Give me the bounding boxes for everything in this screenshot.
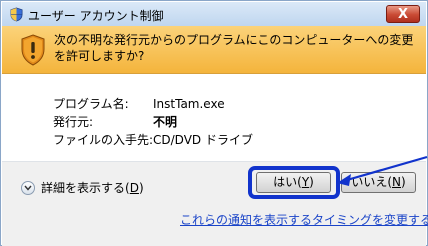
program-name-row: プログラム名: InstTam.exe <box>53 95 225 112</box>
publisher-label: 発行元: <box>53 115 94 129</box>
program-name-label: プログラム名: <box>53 97 129 111</box>
close-button[interactable]: X <box>386 5 420 23</box>
shield-icon <box>10 7 23 22</box>
warning-banner: 次の不明な発行元からのプログラムにこのコンピューターへの変更を許可しますか? <box>2 26 426 74</box>
close-icon: X <box>397 7 409 22</box>
show-details-label: 詳細を表示する(D) <box>41 181 144 195</box>
program-name-value: InstTam.exe <box>153 97 225 111</box>
title-bar: ユーザー アカウント制御 X <box>2 2 426 26</box>
notification-settings-link[interactable]: これらの通知を表示するタイミングを変更する <box>180 211 428 228</box>
warning-shield-icon <box>21 34 45 66</box>
banner-message: 次の不明な発行元からのプログラムにこのコンピューターへの変更を許可しますか? <box>54 33 414 63</box>
publisher-row: 発行元: 不明 <box>53 113 177 130</box>
show-details-button[interactable]: 詳細を表示する(D) <box>21 179 144 196</box>
highlight-box <box>248 166 340 199</box>
file-source-row: ファイルの入手先:CD/DVD ドライブ <box>53 131 253 148</box>
uac-dialog: ユーザー アカウント制御 X 次の不明な発行元からのプログラムにこのコンピュータ… <box>0 0 428 246</box>
window-title: ユーザー アカウント制御 <box>28 9 164 23</box>
publisher-value: 不明 <box>153 115 178 129</box>
file-source-label: ファイルの入手先: <box>53 133 154 147</box>
file-source-value: CD/DVD ドライブ <box>153 133 253 147</box>
chevron-down-icon <box>21 180 35 195</box>
annotation-arrow <box>337 155 428 186</box>
